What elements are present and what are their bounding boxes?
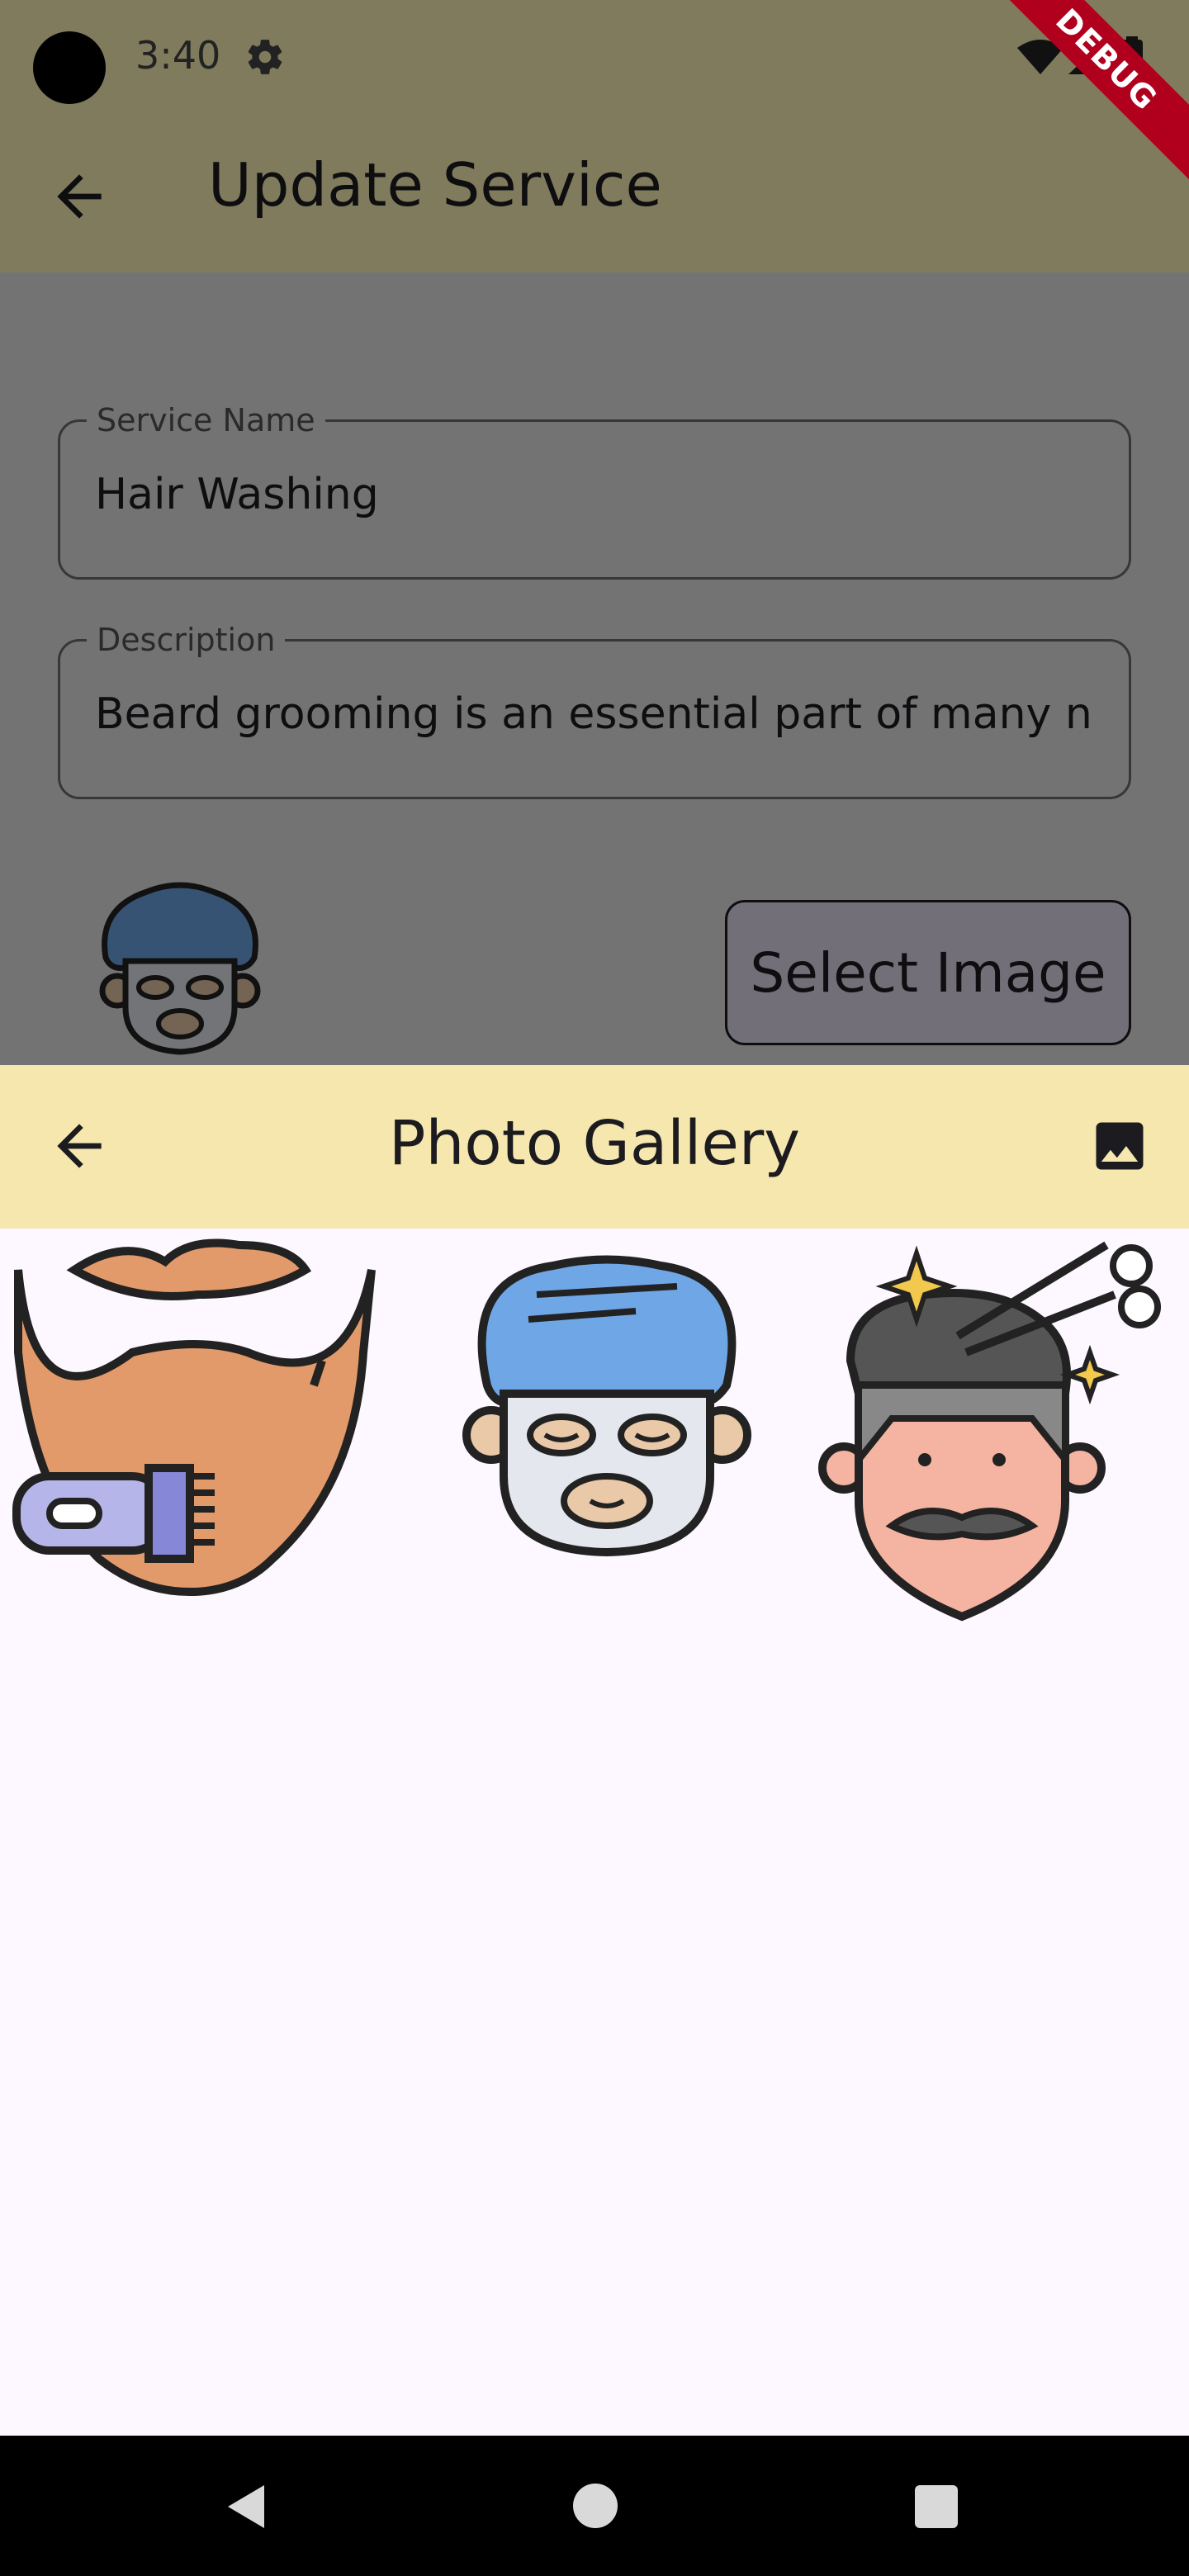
beard-trimmer-icon xyxy=(12,1238,376,1597)
gallery-item-face-mask[interactable] xyxy=(413,1229,801,1625)
navigation-bar xyxy=(0,2436,1189,2576)
sheet-header: Photo Gallery xyxy=(0,1065,1189,1229)
modal-scrim[interactable] xyxy=(0,0,1189,1065)
sheet-title: Photo Gallery xyxy=(388,1108,801,1179)
photo-gallery-sheet: Photo Gallery xyxy=(0,1065,1189,2436)
image-icon[interactable] xyxy=(1088,1115,1151,1177)
gallery-item-haircut[interactable] xyxy=(801,1229,1189,1625)
nav-recents-button[interactable] xyxy=(915,2485,958,2528)
nav-home-button[interactable] xyxy=(573,2484,618,2528)
screen: 3:40 Update Service Service Name Hair Wa… xyxy=(0,0,1189,2576)
nav-back-button[interactable] xyxy=(223,2482,272,2531)
face-mask-turban-icon xyxy=(462,1255,751,1557)
gallery-grid xyxy=(0,1229,1189,1625)
gallery-item-beard-trimmer[interactable] xyxy=(0,1229,388,1625)
haircut-man-scissors-icon xyxy=(818,1241,1161,1622)
